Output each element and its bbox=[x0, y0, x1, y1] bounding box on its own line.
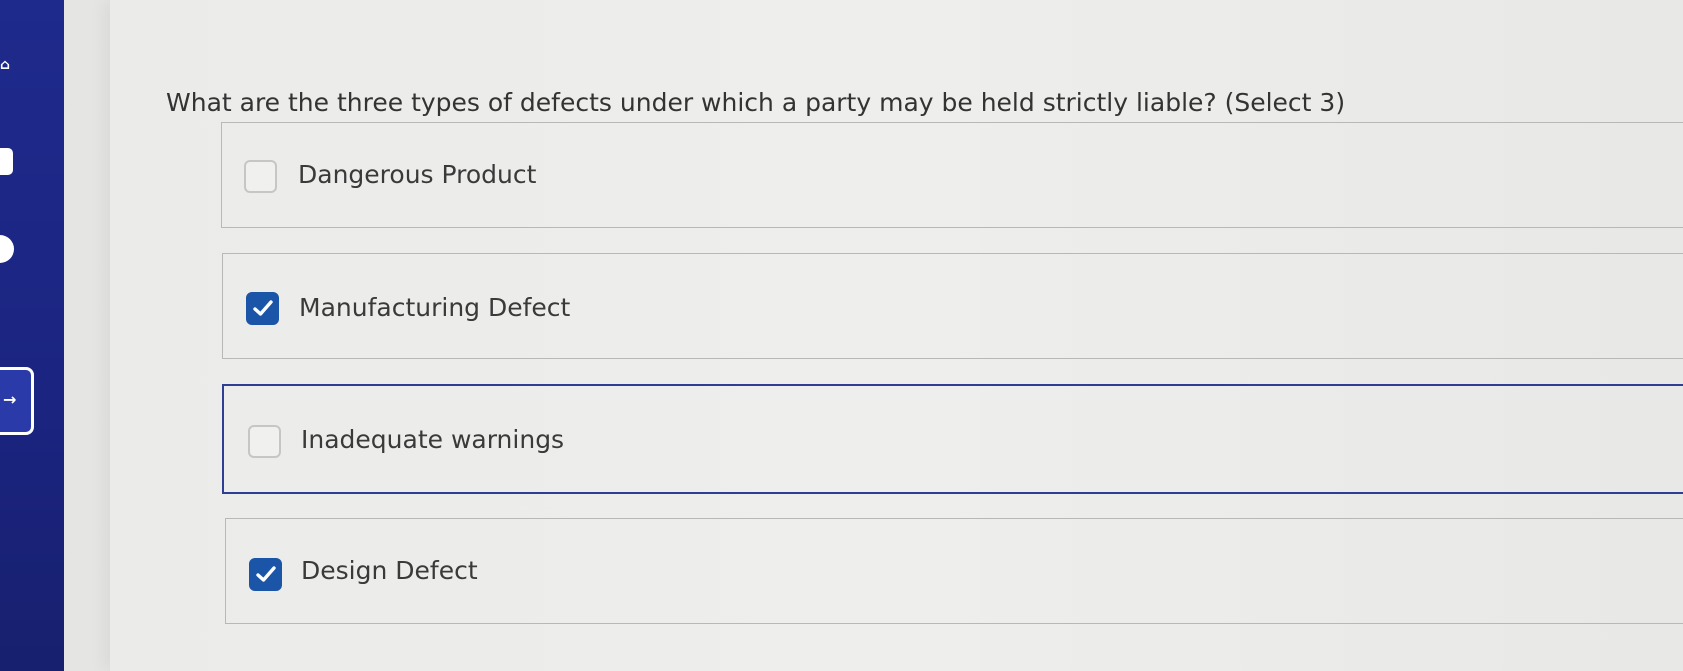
option-inadequate-warnings[interactable]: Inadequate warnings bbox=[222, 384, 1683, 494]
next-nav-button[interactable]: → bbox=[0, 367, 34, 435]
question-text: What are the three types of defects unde… bbox=[166, 88, 1346, 117]
option-label: Design Defect bbox=[301, 556, 478, 585]
option-design-defect[interactable]: Design Defect bbox=[225, 518, 1683, 624]
option-label: Inadequate warnings bbox=[301, 425, 565, 454]
arrow-right-icon: → bbox=[3, 390, 17, 409]
checkmark-icon bbox=[256, 566, 276, 582]
option-dangerous-product[interactable]: Dangerous Product bbox=[221, 122, 1683, 228]
option-label: Manufacturing Defect bbox=[299, 293, 571, 322]
checkbox[interactable] bbox=[244, 160, 277, 193]
option-manufacturing-defect[interactable]: Manufacturing Defect bbox=[222, 253, 1683, 359]
checkbox[interactable] bbox=[248, 425, 281, 458]
info-icon[interactable] bbox=[0, 235, 14, 263]
option-label: Dangerous Product bbox=[298, 160, 537, 189]
left-sidebar: ⌂ → bbox=[0, 0, 64, 671]
checkbox[interactable] bbox=[246, 292, 279, 325]
checkbox[interactable] bbox=[249, 558, 282, 591]
bookmark-icon[interactable] bbox=[0, 148, 13, 175]
home-icon[interactable]: ⌂ bbox=[0, 58, 12, 72]
checkmark-icon bbox=[253, 300, 273, 316]
